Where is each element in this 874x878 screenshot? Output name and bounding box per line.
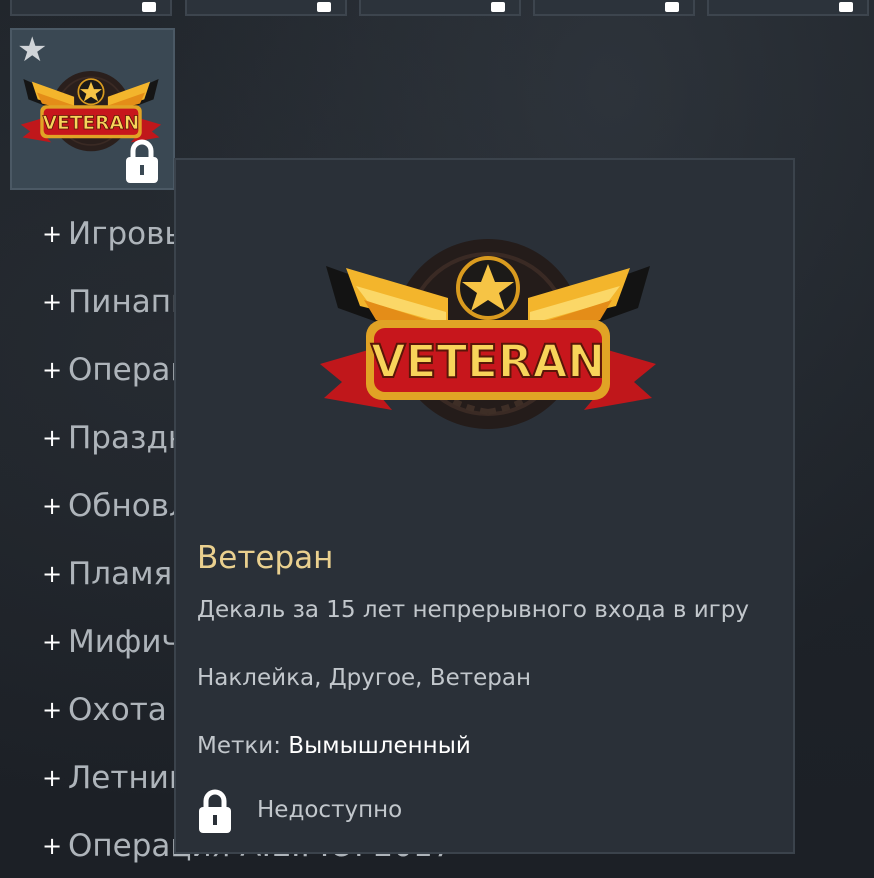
category-label: Операц [68,352,192,388]
item-title: Ветеран [197,540,334,576]
category-label: Летний [68,760,190,796]
lock-icon [142,2,156,12]
tags-label: Метки: [197,733,281,759]
star-icon: ★ [17,30,48,70]
plus-icon: + [42,356,63,384]
lock-icon [491,2,505,12]
top-item-row [0,0,874,18]
plus-icon: + [42,696,63,724]
item-tile[interactable] [10,0,172,16]
item-tile[interactable] [359,0,521,16]
plus-icon: + [42,220,63,248]
lock-icon [126,139,158,183]
status-text: Недоступно [257,797,403,823]
item-tile[interactable] [185,0,347,16]
lock-icon [199,789,231,833]
category-label: Игровы [68,216,189,252]
card-badge-text: VETERAN [43,113,140,134]
veteran-badge-image: VETERAN [320,239,656,429]
plus-icon: + [42,764,63,792]
item-tile[interactable] [533,0,695,16]
lock-icon [665,2,679,12]
category-label: Обновл [68,488,189,524]
plus-icon: + [42,560,63,588]
lock-icon [839,2,853,12]
item-category: Наклейка, Другое, Ветеран [197,665,532,691]
plus-icon: + [42,832,63,860]
plus-icon: + [42,492,63,520]
item-tile[interactable] [707,0,869,16]
category-label: Пламя [68,556,173,592]
plus-icon: + [42,424,63,452]
veteran-decal-card[interactable]: ★ VETERAN [10,28,175,190]
item-tooltip: VETERAN Ветеран Декаль за 15 лет непреры… [174,158,795,854]
item-description: Декаль за 15 лет непрерывного входа в иг… [197,597,749,623]
lock-icon [317,2,331,12]
item-tags: Метки: Вымышленный [197,726,471,766]
category-label: Мифич [68,624,180,660]
category-label: Праздн [68,420,189,456]
tags-value: Вымышленный [288,733,471,759]
tooltip-badge-text: VETERAN [371,335,605,388]
plus-icon: + [42,628,63,656]
plus-icon: + [42,288,63,316]
